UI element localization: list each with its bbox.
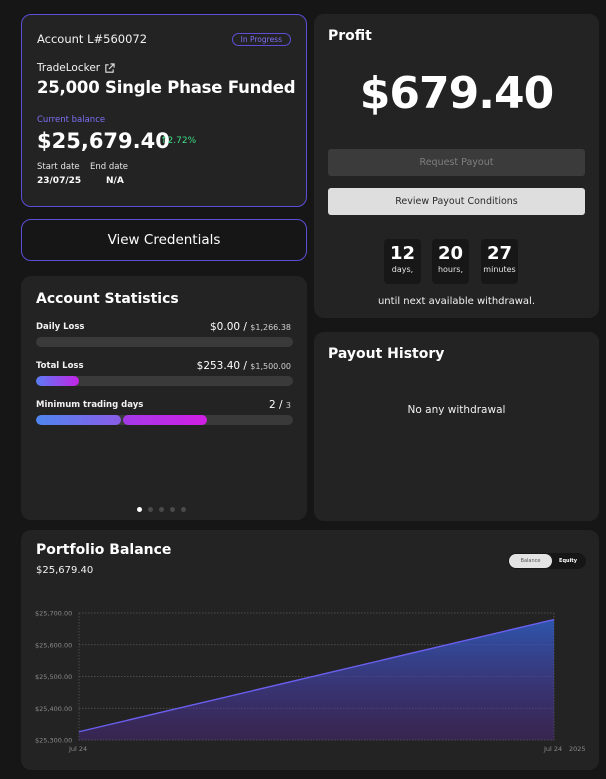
stat-max: 3: [285, 401, 291, 410]
empty-state-text: No any withdrawal: [407, 404, 506, 416]
current-balance-label: Current balance: [37, 115, 106, 125]
progress-segment: [36, 415, 121, 425]
stat-max: $1,500.00: [250, 362, 291, 371]
account-card: Account L#560072 In Progress TradeLocker…: [21, 14, 307, 207]
end-date-label: End date: [90, 162, 129, 172]
pager-dot[interactable]: [159, 507, 164, 512]
progress-bar: [36, 415, 293, 425]
stat-max: $1,266.38: [250, 323, 291, 332]
portfolio-balance-card: Portfolio Balance $25,679.40 Balance Equ…: [21, 530, 599, 770]
toggle-balance[interactable]: Balance: [509, 554, 552, 568]
series-area: [79, 619, 554, 740]
pager-dot[interactable]: [148, 507, 153, 512]
account-statistics-card: Account Statistics Daily Loss $0.00 / $1…: [21, 276, 307, 520]
end-date-value: N/A: [106, 176, 124, 186]
y-axis-ticks: $25,700.00 $25,600.00 $25,500.00 $25,400.00…: [35, 610, 72, 745]
balance-change: ↑2.72%: [160, 136, 197, 146]
stat-label: Daily Loss: [36, 322, 85, 332]
withdrawal-countdown-text: until next available withdrawal.: [377, 296, 536, 307]
start-date-value: 23/07/25: [37, 176, 82, 186]
account-number: Account L#560072: [37, 32, 148, 46]
pager-dot[interactable]: [137, 507, 142, 512]
review-payout-conditions-button[interactable]: Review Payout Conditions: [328, 188, 585, 215]
stat-label: Minimum trading days: [36, 400, 144, 410]
countdown-unit: minutes: [483, 265, 516, 274]
profit-title: Profit: [328, 28, 372, 44]
balance-equity-toggle: Balance Equity: [508, 553, 586, 569]
payout-history-card: Payout History No any withdrawal: [314, 332, 599, 521]
pager-dots: [137, 507, 186, 512]
profit-amount: $679.40: [359, 68, 554, 119]
toggle-equity[interactable]: Equity: [552, 554, 584, 568]
platform-name: TradeLocker: [37, 62, 101, 74]
pager-dot[interactable]: [170, 507, 175, 512]
y-tick-label: $25,300.00: [35, 737, 72, 745]
stat-separator: /: [240, 360, 251, 372]
countdown-unit: hours,: [437, 265, 464, 274]
status-badge: In Progress: [231, 33, 291, 46]
progress-fill: [36, 376, 80, 386]
x-tick-label: Jul 24: [68, 745, 87, 753]
countdown-value: 12: [389, 243, 416, 264]
payout-history-title: Payout History: [328, 346, 445, 362]
x-axis-ticks: Jul 24 Jul 24 2025: [68, 745, 586, 753]
stat-current: $0.00: [210, 321, 241, 333]
current-balance: $25,679.40: [37, 129, 170, 153]
x-tick-label: Jul 24: [543, 745, 562, 753]
stat-value: 2 / 3: [269, 399, 291, 411]
stat-value: $0.00 / $1,266.38: [210, 321, 291, 333]
pager-dot[interactable]: [181, 507, 186, 512]
y-tick-label: $25,600.00: [35, 641, 72, 649]
countdown-days: 12 days,: [384, 239, 421, 284]
y-tick-label: $25,400.00: [35, 705, 72, 713]
countdown-minutes: 27 minutes: [481, 239, 518, 284]
progress-bar: [36, 376, 293, 386]
countdown-unit: days,: [391, 265, 414, 274]
view-credentials-button[interactable]: View Credentials: [21, 219, 307, 261]
portfolio-value: $25,679.40: [36, 565, 94, 576]
stat-separator: /: [240, 321, 251, 333]
stat-current: 2: [269, 399, 276, 411]
progress-segment: [122, 415, 208, 425]
statistics-title: Account Statistics: [36, 291, 179, 307]
portfolio-chart: $25,700.00 $25,600.00 $25,500.00 $25,400.00…: [35, 610, 586, 754]
countdown-value: 27: [486, 243, 513, 264]
request-payout-button[interactable]: Request Payout: [328, 149, 585, 176]
progress-bar: [36, 337, 293, 347]
plan-title: 25,000 Single Phase Funded: [37, 78, 296, 97]
stat-value: $253.40 / $1,500.00: [197, 360, 291, 372]
stat-current: $253.40: [196, 360, 241, 372]
start-date-label: Start date: [37, 162, 80, 172]
portfolio-title: Portfolio Balance: [36, 542, 172, 558]
countdown-hours: 20 hours,: [432, 239, 469, 284]
stat-separator: /: [275, 399, 286, 411]
profit-card: Profit $679.40 Request Payout Review Pay…: [314, 14, 599, 318]
countdown-value: 20: [437, 243, 464, 264]
stat-label: Total Loss: [36, 361, 84, 371]
external-link-icon[interactable]: [104, 62, 115, 74]
y-tick-label: $25,500.00: [35, 673, 72, 681]
y-tick-label: $25,700.00: [35, 610, 72, 618]
x-tick-label: 2025: [569, 745, 586, 753]
platform-link[interactable]: TradeLocker: [37, 62, 115, 74]
